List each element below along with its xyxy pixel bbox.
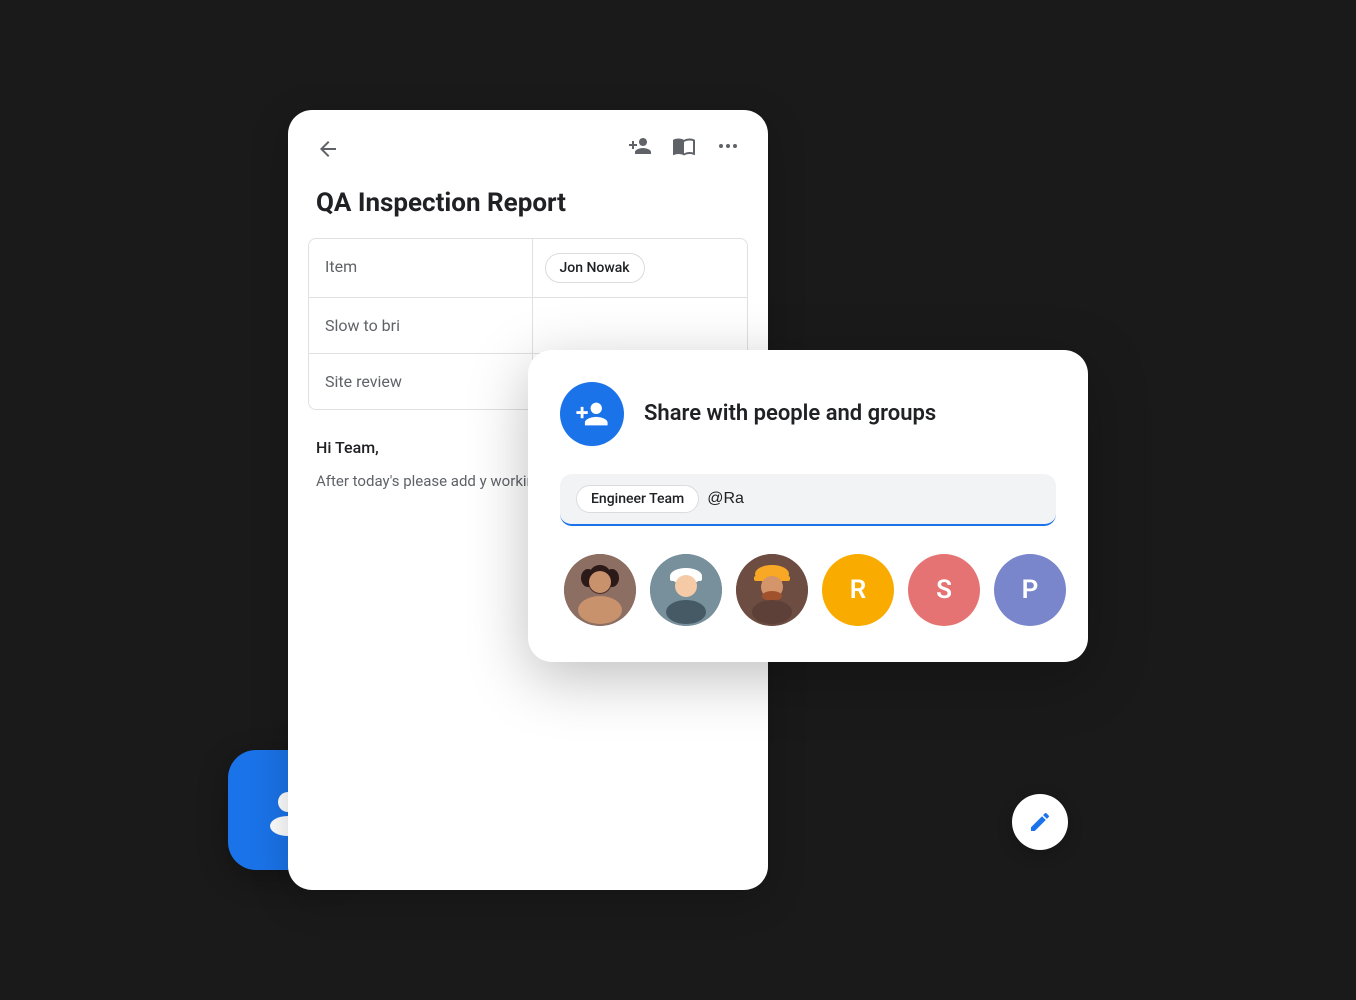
card-header bbox=[288, 110, 768, 180]
share-avatar bbox=[560, 382, 624, 446]
notes-icon[interactable] bbox=[672, 134, 696, 164]
avatar-p-letter: P bbox=[1022, 575, 1039, 605]
site-review-label: Site review bbox=[309, 354, 533, 409]
share-header: Share with people and groups bbox=[560, 382, 1056, 446]
share-dialog: Share with people and groups Engineer Te… bbox=[528, 350, 1088, 662]
item-value: Jon Nowak bbox=[533, 239, 748, 297]
slow-value bbox=[533, 298, 748, 353]
more-horiz-icon[interactable] bbox=[716, 134, 740, 164]
share-title: Share with people and groups bbox=[644, 400, 936, 429]
avatar-p[interactable]: P bbox=[994, 554, 1066, 626]
jon-nowak-chip[interactable]: Jon Nowak bbox=[545, 253, 645, 283]
person-add-icon[interactable] bbox=[628, 134, 652, 164]
header-actions bbox=[628, 134, 740, 164]
person-add-white-icon bbox=[575, 397, 609, 431]
edit-fab[interactable] bbox=[1012, 794, 1068, 850]
avatars-row: R S P bbox=[560, 554, 1056, 626]
avatar-person-3[interactable] bbox=[736, 554, 808, 626]
avatar-person-1[interactable] bbox=[564, 554, 636, 626]
engineer-team-tag[interactable]: Engineer Team bbox=[576, 485, 699, 513]
table-row: Slow to bri bbox=[309, 298, 747, 354]
scene: QA Inspection Report Item Jon Nowak Slow… bbox=[228, 70, 1128, 930]
back-button[interactable] bbox=[316, 137, 340, 161]
slow-label: Slow to bri bbox=[309, 298, 533, 353]
table-row: Item Jon Nowak bbox=[309, 239, 747, 298]
avatar-s-letter: S bbox=[936, 575, 952, 605]
edit-icon bbox=[1028, 810, 1052, 834]
avatar-person-2[interactable] bbox=[650, 554, 722, 626]
avatar-r-letter: R bbox=[850, 575, 867, 605]
avatar-r[interactable]: R bbox=[822, 554, 894, 626]
item-label: Item bbox=[309, 239, 533, 297]
share-input[interactable] bbox=[707, 490, 1040, 508]
share-input-area[interactable]: Engineer Team bbox=[560, 474, 1056, 526]
page-title: QA Inspection Report bbox=[288, 180, 768, 238]
avatar-s[interactable]: S bbox=[908, 554, 980, 626]
